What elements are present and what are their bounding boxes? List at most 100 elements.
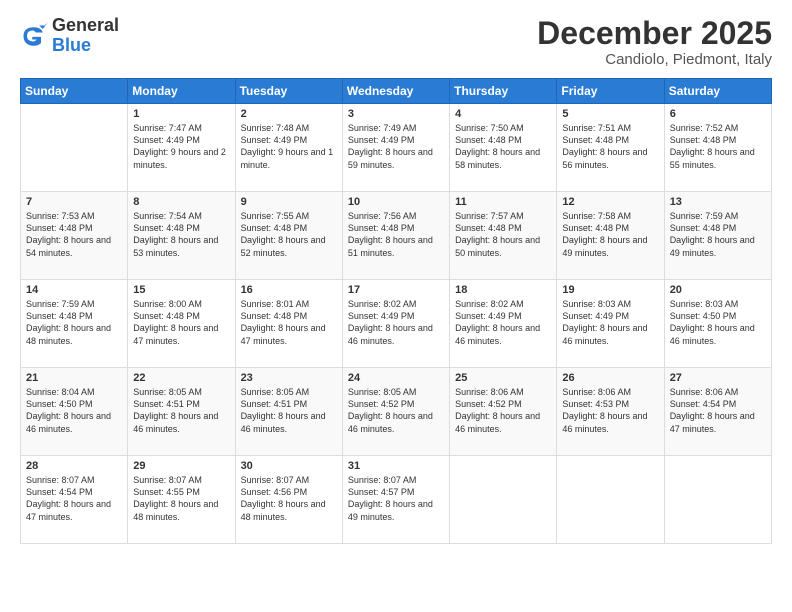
calendar-cell: 25Sunrise: 8:06 AMSunset: 4:52 PMDayligh… — [450, 368, 557, 456]
cell-info: Sunrise: 7:53 AMSunset: 4:48 PMDaylight:… — [26, 210, 122, 259]
month-title: December 2025 — [537, 16, 772, 51]
calendar-cell: 20 Sunrise: 8:03 AMSunset: 4:50 PMDayligh… — [664, 280, 771, 368]
title-block: December 2025 Candiolo, Piedmont, Italy — [537, 16, 772, 68]
cell-info: Sunrise: 7:52 AMSunset: 4:48 PMDaylight:… — [670, 122, 766, 171]
calendar-cell: 2 Sunrise: 7:48 AMSunset: 4:49 PMDaylight… — [235, 104, 342, 192]
calendar-cell — [664, 456, 771, 544]
calendar-cell: 1 Sunrise: 7:47 AMSunset: 4:49 PMDaylight… — [128, 104, 235, 192]
day-number: 16 — [241, 284, 337, 296]
calendar-cell: 29 Sunrise: 8:07 AMSunset: 4:55 PMDayligh… — [128, 456, 235, 544]
day-number: 28 — [26, 460, 122, 472]
day-number: 6 — [670, 108, 766, 120]
cell-info: Sunrise: 7:58 AMSunset: 4:48 PMDaylight:… — [562, 210, 658, 259]
cell-info: Sunrise: 8:00 AMSunset: 4:48 PMDaylight:… — [133, 298, 229, 347]
day-number: 9 — [241, 196, 337, 208]
cell-info: Sunrise: 7:56 AMSunset: 4:48 PMDaylight:… — [348, 210, 444, 259]
logo-blue-text: Blue — [52, 36, 119, 56]
logo-general-text: General — [52, 16, 119, 36]
calendar-table: SundayMondayTuesdayWednesdayThursdayFrid… — [20, 78, 772, 544]
calendar-week-row: 7 Sunrise: 7:53 AMSunset: 4:48 PMDaylight… — [21, 192, 772, 280]
day-number: 1 — [133, 108, 229, 120]
calendar-cell: 7 Sunrise: 7:53 AMSunset: 4:48 PMDaylight… — [21, 192, 128, 280]
calendar-cell: 21 Sunrise: 8:04 AMSunset: 4:50 PMDayligh… — [21, 368, 128, 456]
day-number: 18 — [455, 284, 551, 296]
logo: General Blue — [20, 16, 119, 56]
calendar-cell: 10Sunrise: 7:56 AMSunset: 4:48 PMDayligh… — [342, 192, 449, 280]
day-number: 14 — [26, 284, 122, 296]
day-number: 23 — [241, 372, 337, 384]
cell-info: Sunrise: 8:02 AMSunset: 4:49 PMDaylight:… — [455, 298, 551, 347]
calendar-day-header: Friday — [557, 79, 664, 104]
day-number: 8 — [133, 196, 229, 208]
calendar-week-row: 28 Sunrise: 8:07 AMSunset: 4:54 PMDayligh… — [21, 456, 772, 544]
day-number: 4 — [455, 108, 551, 120]
calendar-cell: 9 Sunrise: 7:55 AMSunset: 4:48 PMDaylight… — [235, 192, 342, 280]
calendar-header-row: SundayMondayTuesdayWednesdayThursdayFrid… — [21, 79, 772, 104]
cell-info: Sunrise: 8:07 AMSunset: 4:54 PMDaylight:… — [26, 474, 122, 523]
cell-info: Sunrise: 8:02 AMSunset: 4:49 PMDaylight:… — [348, 298, 444, 347]
cell-info: Sunrise: 8:04 AMSunset: 4:50 PMDaylight:… — [26, 386, 122, 435]
cell-info: Sunrise: 8:06 AMSunset: 4:53 PMDaylight:… — [562, 386, 658, 435]
day-number: 12 — [562, 196, 658, 208]
cell-info: Sunrise: 8:03 AMSunset: 4:50 PMDaylight:… — [670, 298, 766, 347]
day-number: 22 — [133, 372, 229, 384]
calendar-cell: 19 Sunrise: 8:03 AMSunset: 4:49 PMDayligh… — [557, 280, 664, 368]
day-number: 26 — [562, 372, 658, 384]
calendar-cell: 16 Sunrise: 8:01 AMSunset: 4:48 PMDayligh… — [235, 280, 342, 368]
calendar-week-row: 21 Sunrise: 8:04 AMSunset: 4:50 PMDayligh… — [21, 368, 772, 456]
cell-info: Sunrise: 7:47 AMSunset: 4:49 PMDaylight:… — [133, 122, 229, 171]
calendar-cell: 18 Sunrise: 8:02 AMSunset: 4:49 PMDayligh… — [450, 280, 557, 368]
cell-info: Sunrise: 8:05 AMSunset: 4:52 PMDaylight:… — [348, 386, 444, 435]
calendar-week-row: 14 Sunrise: 7:59 AMSunset: 4:48 PMDayligh… — [21, 280, 772, 368]
calendar-day-header: Thursday — [450, 79, 557, 104]
calendar-cell: 14 Sunrise: 7:59 AMSunset: 4:48 PMDayligh… — [21, 280, 128, 368]
calendar-cell — [557, 456, 664, 544]
calendar-cell: 30 Sunrise: 8:07 AMSunset: 4:56 PMDayligh… — [235, 456, 342, 544]
page: General Blue December 2025 Candiolo, Pie… — [0, 0, 792, 612]
calendar-cell: 4 Sunrise: 7:50 AMSunset: 4:48 PMDaylight… — [450, 104, 557, 192]
calendar-cell: 26 Sunrise: 8:06 AMSunset: 4:53 PMDayligh… — [557, 368, 664, 456]
cell-info: Sunrise: 7:49 AMSunset: 4:49 PMDaylight:… — [348, 122, 444, 171]
calendar-cell: 5 Sunrise: 7:51 AMSunset: 4:48 PMDaylight… — [557, 104, 664, 192]
calendar-cell: 28 Sunrise: 8:07 AMSunset: 4:54 PMDayligh… — [21, 456, 128, 544]
calendar-cell: 23 Sunrise: 8:05 AMSunset: 4:51 PMDayligh… — [235, 368, 342, 456]
cell-info: Sunrise: 7:50 AMSunset: 4:48 PMDaylight:… — [455, 122, 551, 171]
day-number: 27 — [670, 372, 766, 384]
cell-info: Sunrise: 7:55 AMSunset: 4:48 PMDaylight:… — [241, 210, 337, 259]
cell-info: Sunrise: 8:07 AMSunset: 4:56 PMDaylight:… — [241, 474, 337, 523]
day-number: 30 — [241, 460, 337, 472]
day-number: 19 — [562, 284, 658, 296]
cell-info: Sunrise: 7:59 AMSunset: 4:48 PMDaylight:… — [26, 298, 122, 347]
day-number: 21 — [26, 372, 122, 384]
cell-info: Sunrise: 8:03 AMSunset: 4:49 PMDaylight:… — [562, 298, 658, 347]
cell-info: Sunrise: 7:48 AMSunset: 4:49 PMDaylight:… — [241, 122, 337, 171]
calendar-cell: 27 Sunrise: 8:06 AMSunset: 4:54 PMDayligh… — [664, 368, 771, 456]
cell-info: Sunrise: 8:01 AMSunset: 4:48 PMDaylight:… — [241, 298, 337, 347]
cell-info: Sunrise: 8:05 AMSunset: 4:51 PMDaylight:… — [133, 386, 229, 435]
day-number: 7 — [26, 196, 122, 208]
calendar-cell: 13Sunrise: 7:59 AMSunset: 4:48 PMDayligh… — [664, 192, 771, 280]
header: General Blue December 2025 Candiolo, Pie… — [20, 16, 772, 68]
calendar-cell: 17Sunrise: 8:02 AMSunset: 4:49 PMDayligh… — [342, 280, 449, 368]
day-number: 29 — [133, 460, 229, 472]
cell-info: Sunrise: 8:05 AMSunset: 4:51 PMDaylight:… — [241, 386, 337, 435]
cell-info: Sunrise: 8:07 AMSunset: 4:55 PMDaylight:… — [133, 474, 229, 523]
day-number: 2 — [241, 108, 337, 120]
calendar-day-header: Monday — [128, 79, 235, 104]
cell-info: Sunrise: 8:06 AMSunset: 4:52 PMDaylight:… — [455, 386, 551, 435]
calendar-day-header: Sunday — [21, 79, 128, 104]
cell-info: Sunrise: 8:06 AMSunset: 4:54 PMDaylight:… — [670, 386, 766, 435]
day-number: 20 — [670, 284, 766, 296]
cell-info: Sunrise: 7:51 AMSunset: 4:48 PMDaylight:… — [562, 122, 658, 171]
logo-text: General Blue — [52, 16, 119, 56]
day-number: 13 — [670, 196, 766, 208]
location: Candiolo, Piedmont, Italy — [537, 51, 772, 68]
calendar-cell: 12 Sunrise: 7:58 AMSunset: 4:48 PMDayligh… — [557, 192, 664, 280]
day-number: 5 — [562, 108, 658, 120]
day-number: 24 — [348, 372, 444, 384]
cell-info: Sunrise: 7:54 AMSunset: 4:48 PMDaylight:… — [133, 210, 229, 259]
calendar-cell: 15Sunrise: 8:00 AMSunset: 4:48 PMDayligh… — [128, 280, 235, 368]
calendar-cell: 11Sunrise: 7:57 AMSunset: 4:48 PMDayligh… — [450, 192, 557, 280]
calendar-week-row: 1 Sunrise: 7:47 AMSunset: 4:49 PMDaylight… — [21, 104, 772, 192]
calendar-day-header: Tuesday — [235, 79, 342, 104]
